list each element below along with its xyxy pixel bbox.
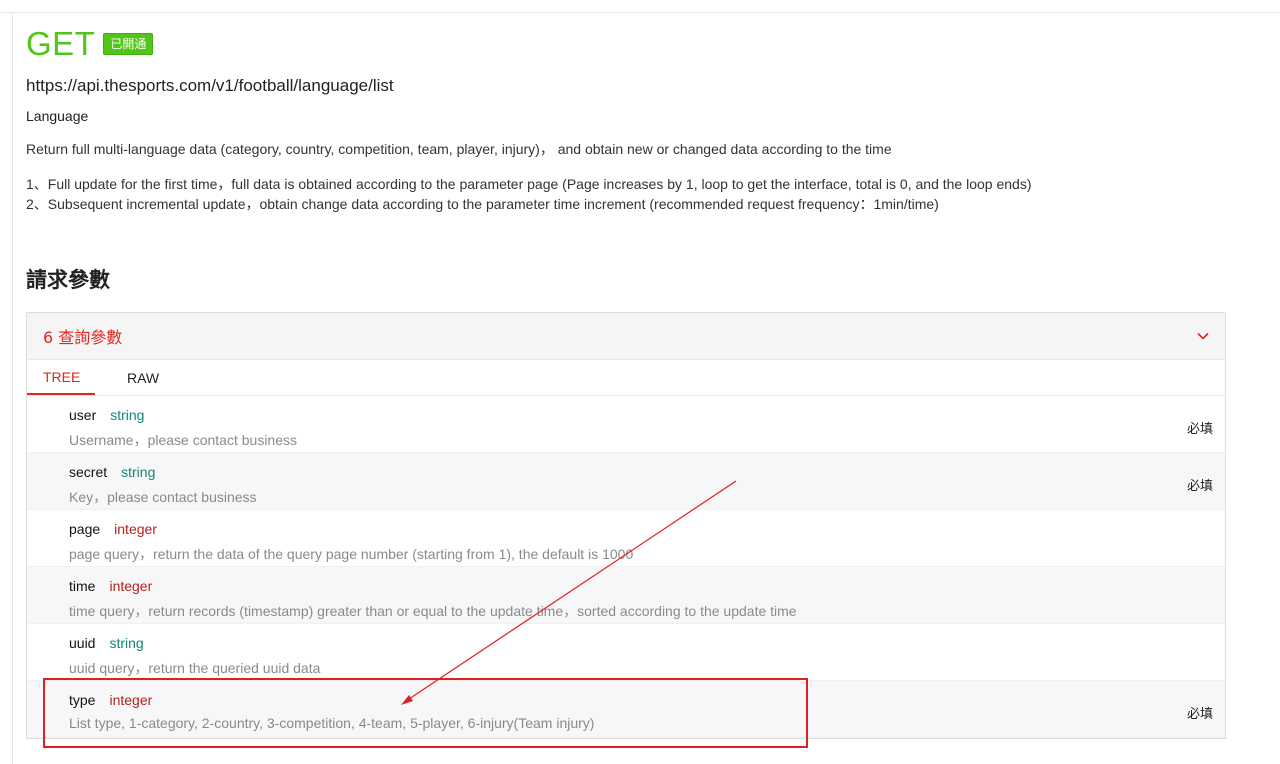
param-name: uuid string: [69, 635, 144, 651]
param-row-time: time integer time query，return records (ti…: [27, 567, 1225, 624]
tab-tree[interactable]: TREE: [27, 360, 95, 395]
param-description: uuid query，return the queried uuid data: [69, 660, 321, 676]
step-item: 1、Full update for the first time，full da…: [26, 176, 1032, 192]
params-panel-header[interactable]: 6 查詢參數: [27, 313, 1225, 360]
param-name: user string: [69, 407, 144, 423]
section-title: 請求參數: [26, 268, 110, 292]
chevron-down-icon[interactable]: [1197, 332, 1209, 340]
param-description: List type, 1-category, 2-country, 3-comp…: [69, 715, 595, 731]
param-row-user: user string Username，please contact busine…: [27, 396, 1225, 453]
param-name-label: page: [69, 521, 101, 537]
param-type: string: [109, 635, 144, 651]
endpoint-title: Language: [26, 108, 89, 124]
param-description: Username，please contact business: [69, 432, 298, 448]
param-type: integer: [109, 578, 153, 594]
param-description: page query，return the data of the query …: [69, 546, 634, 562]
param-name-label: uuid: [69, 635, 96, 651]
params-tabs: TREE RAW: [27, 360, 1225, 396]
param-type: string: [110, 407, 145, 423]
param-name-label: type: [69, 692, 96, 708]
params-panel: 6 查詢參數 TREE RAW user string Username，pleas…: [26, 312, 1226, 739]
param-name: page integer: [69, 521, 157, 537]
param-name: time integer: [69, 578, 152, 594]
param-name-label: user: [69, 407, 97, 423]
param-list: user string Username，please contact busine…: [27, 396, 1225, 738]
param-name: secret string: [69, 464, 155, 480]
tab-raw[interactable]: RAW: [111, 360, 175, 395]
api-doc-page: GET 已開通 https://api.thesports.com/v1/foo…: [0, 0, 1280, 764]
param-row-secret: secret string Key，please contact business 必…: [27, 453, 1225, 510]
status-badge: 已開通: [103, 33, 154, 55]
step-item: 2、Subsequent incremental update，obtain c…: [26, 196, 939, 212]
param-required: 必填: [1186, 422, 1213, 437]
param-type: string: [121, 464, 156, 480]
param-name: type integer: [69, 692, 152, 708]
method-row: GET 已開通: [26, 25, 154, 62]
http-method: GET: [26, 25, 96, 62]
param-name-label: time: [69, 578, 96, 594]
param-type: integer: [114, 521, 157, 537]
param-required: 必填: [1186, 479, 1213, 494]
param-type: integer: [109, 692, 153, 708]
param-description: time query，return records (timestamp) gr…: [69, 603, 797, 619]
param-row-uuid: uuid string uuid query，return the queried …: [27, 624, 1225, 681]
left-divider: [12, 12, 13, 764]
param-name-label: secret: [69, 464, 108, 480]
param-row-page: page integer page query，return the data of…: [27, 510, 1225, 567]
param-required: 必填: [1186, 707, 1213, 722]
param-description: Key，please contact business: [69, 489, 257, 505]
update-steps: 1、Full update for the first time，full da…: [26, 174, 1031, 214]
endpoint-description: Return full multi-language data (categor…: [26, 141, 892, 157]
params-panel-title: 6 查詢參數: [43, 328, 123, 347]
endpoint-url: https://api.thesports.com/v1/football/la…: [26, 76, 394, 95]
param-row-type: type integer List type, 1-category, 2-coun…: [27, 681, 1225, 738]
top-divider: [0, 12, 1280, 13]
